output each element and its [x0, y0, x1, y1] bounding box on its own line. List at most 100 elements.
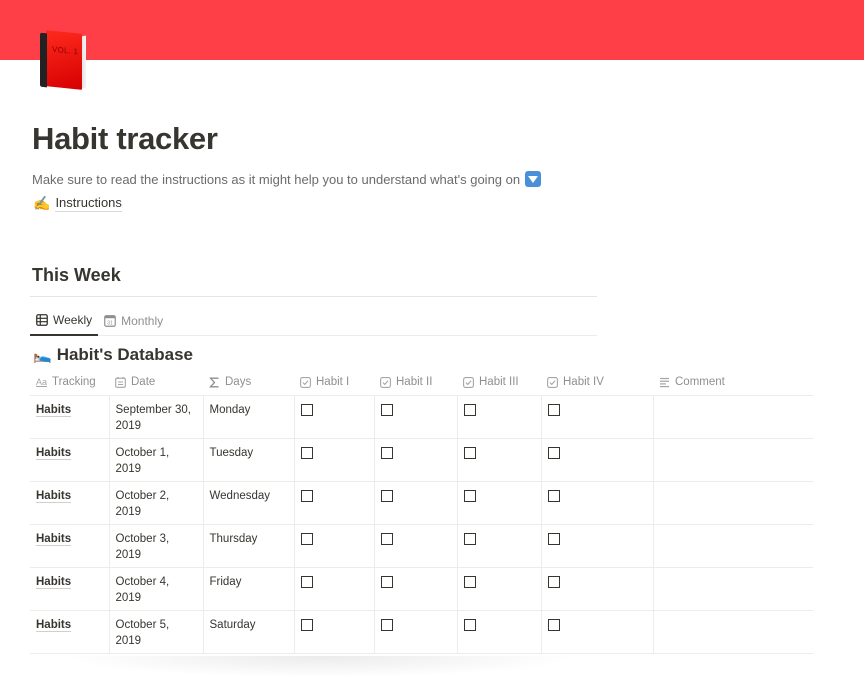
cell-date[interactable]: October 4, 2019: [109, 567, 204, 611]
habit-checkbox[interactable]: [380, 489, 393, 502]
database-title[interactable]: 🛌 Habit's Database: [33, 345, 193, 365]
column-header-habit-4[interactable]: Habit IV: [541, 370, 653, 396]
habit-checkbox[interactable]: [300, 446, 313, 459]
cell-tracking[interactable]: Habits: [30, 610, 110, 654]
view-tabs: Weekly 31 Monthly: [30, 306, 597, 336]
habit-checkbox[interactable]: [463, 532, 476, 545]
svg-text:31: 31: [107, 320, 113, 326]
cell-habit-1: [294, 610, 375, 654]
column-header-habit-3[interactable]: Habit III: [457, 370, 541, 396]
column-header-days[interactable]: Days: [203, 370, 294, 396]
cell-habit-4: [541, 567, 654, 611]
habit-checkbox[interactable]: [547, 618, 560, 631]
column-header-habit-1[interactable]: Habit I: [294, 370, 374, 396]
checkbox-icon: [547, 376, 558, 388]
cell-tracking[interactable]: Habits: [30, 438, 110, 482]
cell-habit-4: [541, 481, 654, 525]
cell-date[interactable]: October 2, 2019: [109, 481, 204, 525]
habit-checkbox[interactable]: [380, 618, 393, 631]
column-header-tracking[interactable]: Aa Tracking: [30, 370, 109, 396]
cell-habit-3: [457, 567, 542, 611]
cell-habit-1: [294, 567, 375, 611]
habit-checkbox[interactable]: [300, 618, 313, 631]
habit-checkbox[interactable]: [300, 403, 313, 416]
column-header-date[interactable]: Date: [109, 370, 203, 396]
page-subtitle: Make sure to read the instructions as it…: [32, 171, 542, 187]
habit-checkbox[interactable]: [463, 618, 476, 631]
table-row[interactable]: Habits October 3, 2019 Thursday: [30, 524, 813, 568]
formula-sigma-icon: [209, 377, 219, 388]
cell-days: Tuesday: [203, 438, 295, 482]
table-row[interactable]: Habits October 2, 2019 Wednesday: [30, 481, 813, 525]
tab-monthly[interactable]: 31 Monthly: [98, 306, 169, 335]
column-header-habit-2[interactable]: Habit II: [374, 370, 457, 396]
habit-checkbox[interactable]: [380, 403, 393, 416]
cell-habit-3: [457, 610, 542, 654]
cell-comment[interactable]: [653, 610, 813, 654]
cell-comment[interactable]: [653, 481, 813, 525]
red-book-icon[interactable]: VOL. 1: [38, 30, 90, 92]
habit-checkbox[interactable]: [463, 575, 476, 588]
tab-label: Weekly: [53, 313, 93, 327]
cell-days: Friday: [203, 567, 295, 611]
habit-checkbox[interactable]: [300, 532, 313, 545]
cell-habit-4: [541, 524, 654, 568]
page-title: Habit tracker: [32, 121, 218, 156]
tab-weekly[interactable]: Weekly: [30, 306, 99, 336]
cell-comment[interactable]: [653, 395, 813, 439]
habit-checkbox[interactable]: [463, 403, 476, 416]
cell-date[interactable]: October 3, 2019: [109, 524, 204, 568]
table-row[interactable]: Habits October 1, 2019 Tuesday: [30, 438, 813, 482]
scroll-shadow: [60, 656, 580, 675]
habit-checkbox[interactable]: [547, 489, 560, 502]
cell-tracking[interactable]: Habits: [30, 567, 110, 611]
cell-days: Monday: [203, 395, 295, 439]
habit-checkbox[interactable]: [380, 446, 393, 459]
table-row[interactable]: Habits October 5, 2019 Saturday: [30, 610, 813, 654]
column-header-comment[interactable]: Comment: [653, 370, 813, 396]
cell-days: Thursday: [203, 524, 295, 568]
habit-checkbox[interactable]: [547, 532, 560, 545]
habit-checkbox[interactable]: [380, 532, 393, 545]
habit-checkbox[interactable]: [463, 446, 476, 459]
cell-comment[interactable]: [653, 567, 813, 611]
checkbox-icon: [300, 376, 311, 388]
cell-tracking[interactable]: Habits: [30, 395, 110, 439]
cell-habit-2: [374, 567, 458, 611]
cell-habit-4: [541, 395, 654, 439]
table-row[interactable]: Habits September 30, 2019 Monday: [30, 395, 813, 439]
cell-date[interactable]: October 5, 2019: [109, 610, 204, 654]
instructions-link-label[interactable]: Instructions: [55, 195, 122, 212]
cell-tracking[interactable]: Habits: [30, 524, 110, 568]
cell-habit-1: [294, 524, 375, 568]
cell-habit-4: [541, 610, 654, 654]
cell-habit-2: [374, 481, 458, 525]
database-title-text: Habit's Database: [56, 345, 194, 364]
cell-habit-1: [294, 438, 375, 482]
habit-checkbox[interactable]: [547, 575, 560, 588]
checkbox-icon: [463, 376, 474, 388]
table-header-row: Aa Tracking Date Days Habit I Habit II Ha…: [30, 370, 813, 396]
habit-checkbox[interactable]: [547, 403, 560, 416]
cell-habit-2: [374, 524, 458, 568]
habit-checkbox[interactable]: [300, 575, 313, 588]
page-cover[interactable]: [0, 0, 864, 60]
habit-checkbox[interactable]: [300, 489, 313, 502]
habit-checkbox[interactable]: [380, 575, 393, 588]
cell-comment[interactable]: [653, 524, 813, 568]
table-row[interactable]: Habits October 4, 2019 Friday: [30, 567, 813, 611]
instructions-page-link[interactable]: ✍️ Instructions: [33, 195, 122, 212]
cell-date[interactable]: September 30, 2019: [109, 395, 204, 439]
writing-hand-icon: ✍️: [33, 195, 51, 211]
cell-habit-4: [541, 438, 654, 482]
habit-checkbox[interactable]: [547, 446, 560, 459]
cell-habit-3: [457, 481, 542, 525]
calendar-icon: 31: [104, 314, 116, 327]
bed-icon: 🛌: [33, 347, 52, 364]
cell-tracking[interactable]: Habits: [30, 481, 110, 525]
cell-habit-3: [457, 438, 542, 482]
title-aa-icon: Aa: [36, 377, 48, 388]
cell-comment[interactable]: [653, 438, 813, 482]
habit-checkbox[interactable]: [463, 489, 476, 502]
cell-date[interactable]: October 1, 2019: [109, 438, 204, 482]
